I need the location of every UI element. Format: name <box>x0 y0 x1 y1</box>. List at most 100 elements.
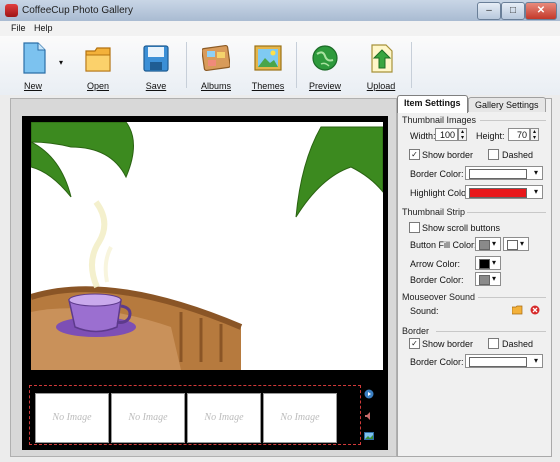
show-scroll-buttons-label: Show scroll buttons <box>422 223 501 233</box>
toolbar-separator <box>296 42 297 88</box>
new-document-icon <box>23 42 46 74</box>
spin-down-icon: ▾ <box>460 135 464 141</box>
height-spinner[interactable]: ▴ ▾ <box>530 128 539 141</box>
thumbnail-strip: No Image No Image No Image No Image <box>29 385 361 445</box>
new-label: New <box>23 81 42 91</box>
highlight-color-label: Highlight Color: <box>410 188 472 198</box>
preview-label: Preview <box>308 81 341 91</box>
color-swatch <box>469 357 527 367</box>
open-folder-icon[interactable] <box>512 305 523 315</box>
arrow-color-label: Arrow Color: <box>410 259 461 269</box>
sound-label: Sound: <box>410 306 439 316</box>
new-button[interactable]: New <box>8 40 58 92</box>
save-disk-icon <box>143 45 169 72</box>
section-thumbnail-strip: Thumbnail Strip <box>402 207 466 217</box>
themes-label: Themes <box>251 81 285 91</box>
section-mouseover-sound: Mouseover Sound <box>402 292 476 302</box>
toolbar-separator <box>411 42 412 88</box>
width-label: Width: <box>410 131 436 141</box>
thumbnail-placeholder[interactable]: No Image <box>263 393 337 443</box>
border-color-picker[interactable]: ▾ <box>465 166 543 180</box>
albums-icon <box>202 44 230 72</box>
thumbnail-placeholder[interactable]: No Image <box>187 393 261 443</box>
preview-globe-icon <box>312 45 338 71</box>
section-divider <box>480 120 546 121</box>
toolbar: New ▾ Open Save Albums Themes Preview Up… <box>0 36 560 96</box>
tab-item-settings[interactable]: Item Settings <box>397 95 468 113</box>
height-field[interactable]: 70 <box>508 128 530 141</box>
dashed-label: Dashed <box>502 150 534 160</box>
tab-gallery-settings[interactable]: Gallery Settings <box>468 97 546 112</box>
dropdown-arrow-icon: ▾ <box>533 168 538 177</box>
menu-help[interactable]: Help <box>34 23 53 33</box>
section-divider <box>467 212 546 213</box>
preview-button[interactable]: Preview <box>300 40 350 92</box>
border-border-color-label: Border Color: <box>410 357 464 367</box>
section-border: Border <box>402 326 430 336</box>
section-thumbnail-images: Thumbnail Images <box>402 115 477 125</box>
title-bar: CoffeeCup Photo Gallery – □ ✕ <box>0 0 560 22</box>
open-label: Open <box>86 81 110 91</box>
width-spinner[interactable]: ▴ ▾ <box>458 128 467 141</box>
albums-button[interactable]: Albums <box>191 40 241 92</box>
border-show-border-checkbox[interactable]: ✓ <box>409 338 420 349</box>
arrow-color-picker[interactable]: ▾ <box>475 256 501 270</box>
height-label: Height: <box>476 131 505 141</box>
image-icon[interactable] <box>364 431 374 441</box>
albums-label: Albums <box>200 81 231 91</box>
strip-border-color-picker[interactable]: ▾ <box>475 272 501 286</box>
open-button[interactable]: Open <box>73 40 123 92</box>
main-image-viewer <box>31 122 383 370</box>
open-folder-icon <box>85 47 111 72</box>
upload-label: Upload <box>366 81 396 91</box>
strip-border-color-label: Border Color: <box>410 275 464 285</box>
color-swatch <box>469 169 527 179</box>
minimize-button[interactable]: – <box>477 2 501 20</box>
spin-down-icon: ▾ <box>532 135 536 141</box>
show-scroll-buttons-checkbox[interactable] <box>409 222 420 233</box>
window-title: CoffeeCup Photo Gallery <box>22 5 133 16</box>
color-swatch <box>469 188 527 198</box>
border-dashed-checkbox[interactable] <box>488 338 499 349</box>
new-dropdown-icon[interactable]: ▾ <box>59 58 63 67</box>
upload-button[interactable]: Upload <box>356 40 406 92</box>
dropdown-arrow-icon: ▾ <box>533 356 538 365</box>
dropdown-arrow-icon: ▾ <box>519 239 524 248</box>
app-icon <box>5 4 18 17</box>
show-border-label: Show border <box>422 150 474 160</box>
upload-icon <box>371 44 393 73</box>
toolbar-separator <box>186 42 187 88</box>
delete-icon[interactable] <box>530 305 540 315</box>
play-icon[interactable] <box>364 389 374 399</box>
border-color-label: Border Color: <box>410 169 464 179</box>
thumbnail-placeholder[interactable]: No Image <box>35 393 109 443</box>
coffee-scene-image <box>31 122 383 370</box>
button-fill-color-picker[interactable]: ▾ <box>475 237 501 251</box>
dropdown-arrow-icon: ▾ <box>491 258 496 267</box>
main-area: No Image No Image No Image No Image Gall… <box>0 95 560 462</box>
width-field[interactable]: 100 <box>435 128 458 141</box>
close-button[interactable]: ✕ <box>525 2 557 20</box>
thumbnail-placeholder[interactable]: No Image <box>111 393 185 443</box>
border-show-border-label: Show border <box>422 339 474 349</box>
highlight-color-picker[interactable]: ▾ <box>465 185 543 199</box>
save-label: Save <box>145 81 167 91</box>
border-dashed-label: Dashed <box>502 339 534 349</box>
button-fill-color-label: Button Fill Color: <box>410 240 477 250</box>
maximize-button[interactable]: □ <box>501 2 525 20</box>
save-button[interactable]: Save <box>131 40 181 92</box>
dropdown-arrow-icon: ▾ <box>491 274 496 283</box>
themes-picture-icon <box>254 45 282 71</box>
border-border-color-picker[interactable]: ▾ <box>465 354 543 368</box>
show-border-checkbox[interactable]: ✓ <box>409 149 420 160</box>
speaker-icon[interactable] <box>364 411 374 421</box>
menu-file[interactable]: File <box>11 23 26 33</box>
themes-button[interactable]: Themes <box>243 40 293 92</box>
section-divider <box>478 297 546 298</box>
dropdown-arrow-icon: ▾ <box>491 239 496 248</box>
menu-bar: File Help <box>0 21 560 37</box>
button-fill-color-2-picker[interactable]: ▾ <box>503 237 529 251</box>
section-divider <box>436 331 546 332</box>
dropdown-arrow-icon: ▾ <box>533 187 538 196</box>
dashed-checkbox[interactable] <box>488 149 499 160</box>
